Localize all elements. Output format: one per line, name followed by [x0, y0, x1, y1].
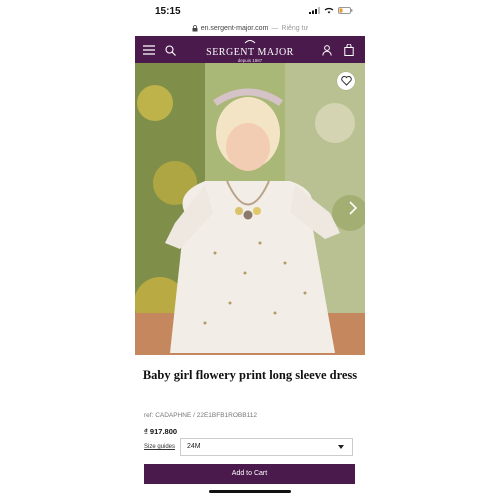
brand-logo[interactable]: SERGENT MAJOR depuis 1987 — [205, 39, 295, 63]
phone-screen: 15:15 en.sergent-major.com — Riêng tư SE… — [135, 0, 365, 498]
brand-name: SERGENT MAJOR — [206, 47, 294, 58]
chevron-down-icon — [338, 445, 344, 449]
logo-emblem-icon — [244, 40, 256, 44]
product-photo — [135, 63, 365, 355]
status-time: 15:15 — [155, 6, 181, 17]
battery-icon — [338, 7, 353, 14]
url-domain: en.sergent-major.com — [200, 25, 269, 32]
site-header: SERGENT MAJOR depuis 1987 — [135, 36, 365, 63]
product-ref: ref: CADAPHNE / 22E1BFB1ROBB112 — [144, 412, 257, 419]
status-icons — [309, 7, 353, 14]
url-bar[interactable]: en.sergent-major.com — Riêng tư — [135, 22, 365, 35]
private-mode-label: Riêng tư — [281, 25, 309, 32]
favorite-button[interactable] — [337, 72, 355, 90]
status-bar: 15:15 — [135, 0, 365, 22]
wifi-icon — [324, 7, 334, 14]
signal-icon — [309, 7, 320, 14]
menu-icon[interactable] — [141, 42, 157, 58]
product-image[interactable] — [135, 63, 365, 355]
add-to-cart-button[interactable]: Add to Cart — [144, 464, 355, 484]
home-indicator — [209, 490, 291, 493]
user-icon[interactable] — [319, 42, 335, 58]
heart-icon — [340, 76, 352, 86]
size-select[interactable]: 24M — [180, 438, 353, 456]
search-icon[interactable] — [162, 42, 178, 58]
lock-icon — [192, 25, 198, 32]
size-selected-value: 24M — [187, 443, 201, 450]
url-separator: — — [271, 25, 279, 32]
chevron-right-icon[interactable] — [347, 201, 359, 215]
product-title: Baby girl flowery print long sleeve dres… — [142, 368, 358, 382]
bag-icon[interactable] — [341, 42, 357, 58]
product-price: ₫ 917.800 — [144, 427, 178, 436]
size-guide-link[interactable]: Size guides — [144, 444, 175, 450]
